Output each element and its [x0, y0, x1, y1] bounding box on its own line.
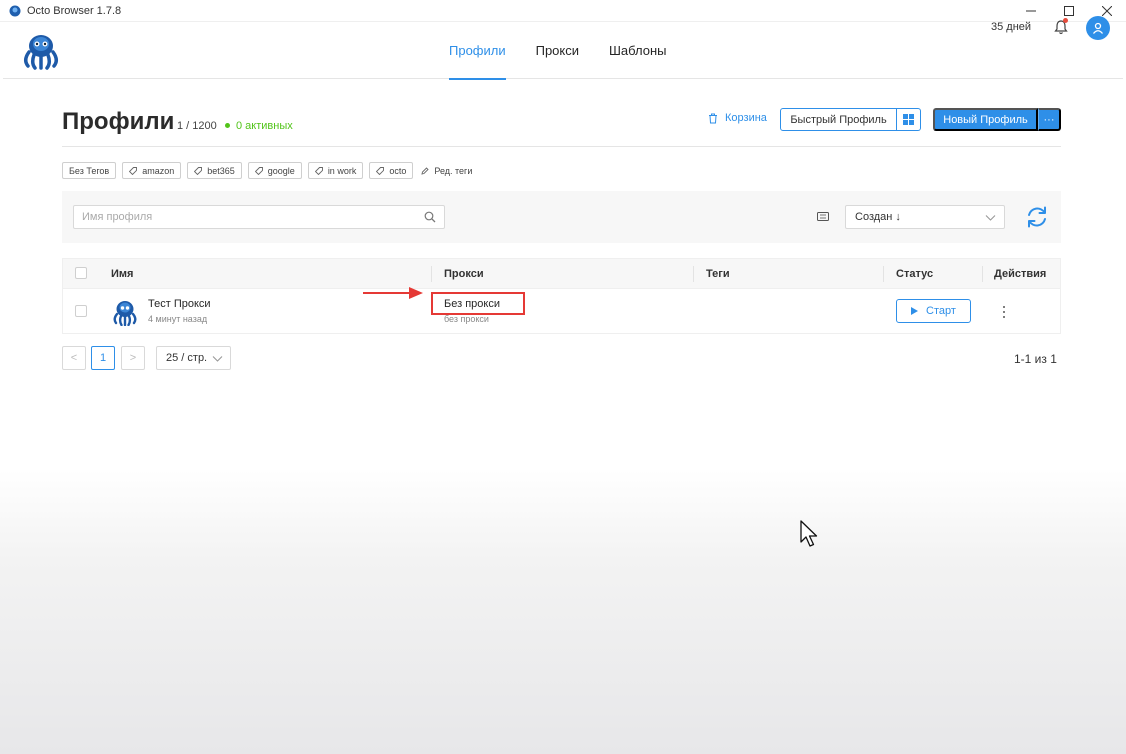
window-titlebar: Octo Browser 1.7.8	[0, 0, 1126, 22]
pagination-range: 1-1 из 1	[1014, 352, 1057, 366]
trash-icon	[709, 113, 717, 123]
page-size-select[interactable]: 25 / стр.	[156, 346, 231, 370]
windows-icon[interactable]	[897, 108, 921, 131]
refresh-icon[interactable]	[1025, 205, 1049, 229]
tag-icon	[376, 166, 385, 175]
window-title: Octo Browser 1.7.8	[27, 4, 122, 17]
trash-label: Корзина	[725, 112, 767, 124]
more-vertical-icon[interactable]	[1001, 306, 1007, 318]
user-icon[interactable]	[1086, 16, 1110, 40]
select-all-checkbox[interactable]	[75, 267, 87, 279]
tag-label: google	[267, 165, 295, 176]
active-profiles-count: 0 активных	[236, 120, 293, 132]
next-page-button[interactable]: >	[121, 346, 145, 370]
tag-label: Без Тегов	[69, 165, 110, 176]
main-nav: Профили Прокси Шаблоны	[449, 22, 697, 80]
table-row[interactable]: Тест Прокси 4 минут назад Без прокси без…	[62, 288, 1061, 334]
tag-filter-bar: Без Тегов amazon bet365 google in work o…	[62, 162, 472, 179]
edit-icon	[421, 166, 429, 175]
column-separator	[982, 266, 983, 282]
app-header: Профили Прокси Шаблоны	[3, 22, 1123, 80]
row-checkbox[interactable]	[75, 305, 87, 317]
tag-amazon[interactable]: amazon	[122, 162, 182, 179]
notification-dot	[1063, 18, 1068, 23]
profile-proxy-detail: без прокси	[444, 314, 489, 324]
active-status-dot	[225, 123, 230, 128]
annotation-arrow	[363, 287, 423, 299]
profile-name[interactable]: Тест Прокси	[148, 298, 211, 310]
tag-google[interactable]: google	[247, 162, 302, 179]
tag-label: octo	[389, 165, 407, 176]
sort-select[interactable]: Создан ↓	[845, 205, 1005, 229]
profile-avatar-icon	[113, 301, 137, 326]
tab-proxies[interactable]: Прокси	[536, 22, 579, 79]
profile-created-time: 4 минут назад	[148, 314, 208, 324]
quick-profile-button[interactable]: Быстрый Профиль	[780, 108, 897, 131]
tag-label: bet365	[207, 165, 235, 176]
mouse-cursor-icon	[800, 520, 818, 547]
search-input[interactable]	[82, 209, 412, 225]
annotation-highlight-box	[431, 292, 525, 315]
edit-tags-label: Ред. теги	[434, 165, 473, 176]
octopus-logo[interactable]	[20, 30, 62, 70]
tag-icon	[194, 166, 203, 175]
column-separator	[431, 266, 432, 282]
table-header: Имя Прокси Теги Статус Действия	[62, 258, 1061, 288]
header-divider	[62, 146, 1061, 147]
chevron-down-icon	[985, 215, 996, 221]
column-header-proxy[interactable]: Прокси	[444, 268, 484, 280]
new-profile-button[interactable]: Новый Профиль	[933, 108, 1038, 131]
keyboard-icon[interactable]	[817, 212, 829, 221]
column-header-tags[interactable]: Теги	[706, 268, 730, 280]
page-size-value: 25 / стр.	[166, 352, 208, 364]
tag-octo[interactable]: octo	[369, 162, 414, 179]
tag-label: in work	[327, 165, 357, 176]
tag-label: amazon	[142, 165, 175, 176]
search-icon[interactable]	[424, 211, 436, 223]
tag-bet365[interactable]: bet365	[187, 162, 242, 179]
subscription-days: 35 дней	[991, 21, 1032, 33]
tag-icon	[254, 166, 263, 175]
tab-profiles[interactable]: Профили	[449, 22, 506, 80]
trash-link[interactable]: Корзина	[708, 112, 767, 124]
window-controls	[1012, 0, 1126, 22]
app-icon	[9, 5, 21, 16]
profile-count: 1 / 1200	[177, 120, 217, 132]
tag-in-work[interactable]: in work	[307, 162, 364, 179]
page-title: Профили	[62, 108, 175, 135]
tab-templates[interactable]: Шаблоны	[609, 22, 667, 79]
search-box	[73, 205, 445, 229]
minimize-icon[interactable]	[1012, 0, 1050, 22]
start-profile-button[interactable]: Старт	[896, 299, 971, 323]
play-icon	[911, 307, 919, 315]
page-number-button[interactable]: 1	[91, 346, 115, 370]
tag-icon	[129, 166, 138, 175]
column-header-actions: Действия	[994, 268, 1047, 280]
new-profile-more-button[interactable]: ···	[1038, 108, 1061, 131]
sort-select-value: Создан ↓	[855, 211, 901, 223]
tag-icon	[314, 166, 323, 175]
prev-page-button[interactable]: <	[62, 346, 86, 370]
column-separator	[883, 266, 884, 282]
chevron-down-icon	[212, 356, 223, 362]
column-header-status[interactable]: Статус	[896, 268, 933, 280]
edit-tags-button[interactable]: Ред. теги	[421, 166, 472, 176]
start-button-label: Старт	[926, 305, 956, 317]
tag-no-tags[interactable]: Без Тегов	[62, 162, 117, 179]
column-separator	[693, 266, 694, 282]
column-header-name[interactable]: Имя	[111, 268, 133, 280]
